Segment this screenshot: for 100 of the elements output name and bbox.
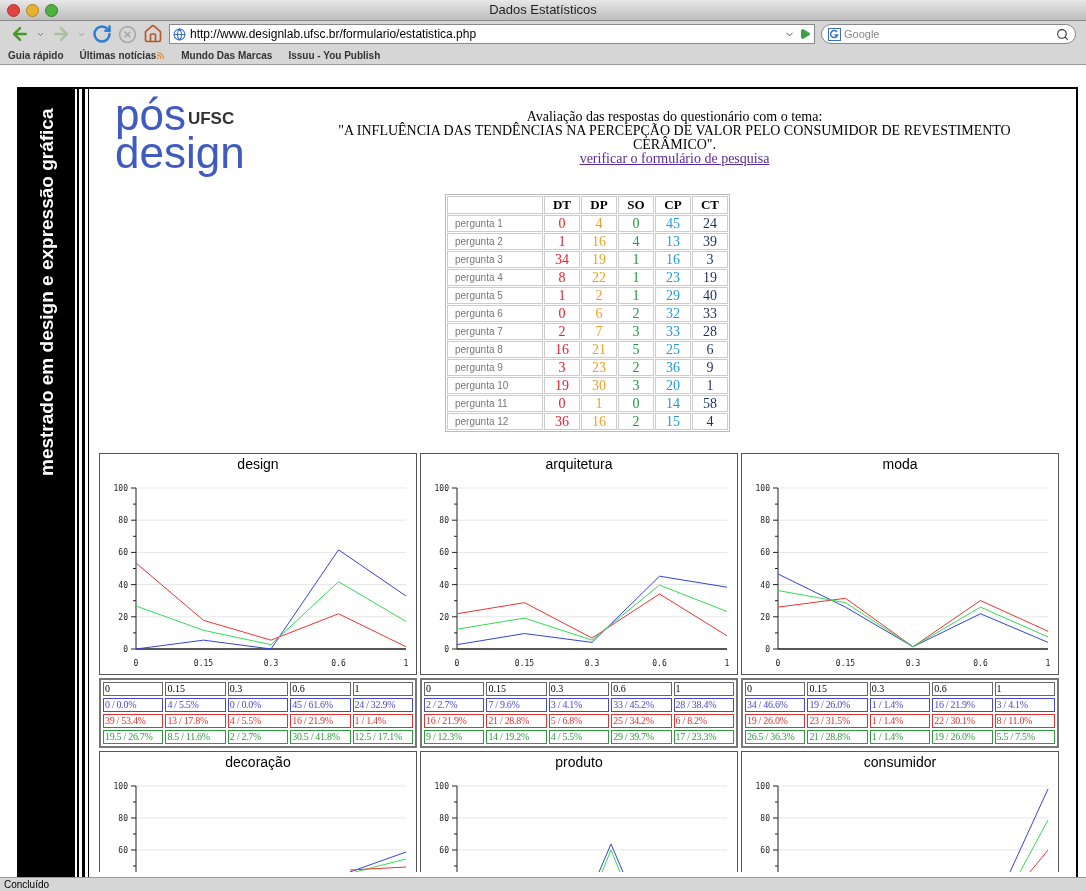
axis-tick-label: 0.3 <box>584 659 600 668</box>
chart-title: decoração <box>224 753 292 772</box>
axis-tick-label: 0 <box>765 645 770 654</box>
axis-tick-label: 40 <box>118 580 128 590</box>
axis-tick-label: 0.6 <box>331 659 346 668</box>
table-cell: 39 / 53.4% <box>103 714 164 728</box>
table-cell: 3 <box>544 359 580 376</box>
table-cell: 25 / 34.2% <box>611 714 672 728</box>
table-cell: 2 <box>618 305 654 322</box>
table-cell: 32 <box>655 305 691 322</box>
table-cell: 1 / 1.4% <box>869 698 931 712</box>
window-title: Dados Estatísticos <box>488 1 598 20</box>
table-cell: 16 <box>655 251 691 268</box>
row-label: pergunta 1 <box>447 215 543 232</box>
table-cell: 58 <box>692 395 728 412</box>
line-chart-drawing <box>349 851 407 872</box>
table-cell: 28 <box>692 323 728 340</box>
axis-tick-label: 60 <box>118 548 128 558</box>
go-button[interactable] <box>799 28 811 40</box>
minimize-button[interactable] <box>26 3 39 17</box>
table-cell: 19 <box>692 269 728 286</box>
column-header: SO <box>618 196 654 214</box>
bookmark-link[interactable]: Issuu - You Publish <box>288 48 381 63</box>
table-cell: 34 <box>544 251 580 268</box>
column-header: DT <box>544 196 580 214</box>
table-cell: 2 <box>544 323 580 340</box>
axis-tick-label: 0.3 <box>905 659 921 668</box>
table-cell: 1 <box>618 287 654 304</box>
table-cell: 0 <box>544 305 580 322</box>
table-cell: 0 <box>544 395 580 412</box>
table-cell: 28 / 38.4% <box>673 698 734 712</box>
table-cell: 0.3 <box>869 682 931 696</box>
table-cell: 5 <box>618 341 654 358</box>
axis-tick-label: 0.15 <box>193 659 214 668</box>
axis-tick-label: 1 <box>724 659 730 668</box>
table-cell: 1 / 1.4% <box>869 714 931 728</box>
table-cell: 0 / 0.0% <box>103 698 164 712</box>
table-cell: 1 <box>544 233 580 250</box>
table-cell: 7 / 9.6% <box>486 698 547 712</box>
home-button[interactable] <box>143 24 163 44</box>
table-cell: 33 / 45.2% <box>611 698 672 712</box>
search-engine-icon[interactable] <box>828 27 841 41</box>
row-label: pergunta 4 <box>447 269 543 286</box>
axis-tick-label: 0 <box>444 645 449 654</box>
table-cell: 0 / 0.0% <box>227 698 289 712</box>
table-cell: 4 / 5.5% <box>548 730 610 744</box>
axis-tick-label: 100 <box>755 484 770 493</box>
row-label: pergunta 12 <box>447 413 543 430</box>
survey-link[interactable]: verificar o formulário de pesquisa <box>579 152 770 166</box>
table-cell: 1 <box>994 682 1055 696</box>
chart-title: consumidor <box>862 753 938 772</box>
bookmark-link[interactable]: Guia rápido <box>8 48 64 63</box>
table-cell: 23 <box>655 269 691 286</box>
back-button[interactable] <box>10 24 30 44</box>
axis-tick-label: 40 <box>760 580 770 590</box>
sidebar-text: mestrado em design e expressão gráfica <box>34 109 58 479</box>
table-cell: 25 <box>655 341 691 358</box>
axis-tick-label: 100 <box>434 484 449 493</box>
table-cell: 36 <box>655 359 691 376</box>
table-cell: 2 / 2.7% <box>424 698 485 712</box>
close-button[interactable] <box>7 3 20 17</box>
zoom-button[interactable] <box>45 3 58 17</box>
address-field[interactable]: http://www.designlab.ufsc.br/formulario/estatistica.php <box>169 24 815 44</box>
search-field[interactable]: Google <box>821 24 1076 44</box>
table-cell: 21 / 28.8% <box>486 714 547 728</box>
table-cell: 6 <box>692 341 728 358</box>
search-input[interactable]: Google <box>844 25 1053 43</box>
table-cell: 17 / 23.3% <box>673 730 734 744</box>
table-cell: 24 / 32.9% <box>352 698 413 712</box>
axis-tick-label: 100 <box>434 782 449 791</box>
table-cell: 19.5 / 26.7% <box>103 730 164 744</box>
reload-button[interactable] <box>92 24 112 44</box>
table-cell: 45 / 61.6% <box>290 698 351 712</box>
table-cell: 0.15 <box>807 682 868 696</box>
table-cell: 5.5 / 7.5% <box>994 730 1055 744</box>
bookmark-link[interactable]: Mundo Das Marcas <box>181 48 273 63</box>
axis-tick-label: 1 <box>403 659 409 668</box>
table-cell: 16 <box>544 341 580 358</box>
search-icon[interactable] <box>1056 27 1069 41</box>
row-label: pergunta 11 <box>447 395 543 412</box>
axis-tick-label: 0 <box>123 645 128 654</box>
axis-tick-label: 0.6 <box>973 659 988 668</box>
table-cell: 16 / 21.9% <box>290 714 351 728</box>
axis-tick-label: 80 <box>760 516 770 526</box>
table-cell: 24 <box>692 215 728 232</box>
table-cell: 0.6 <box>932 682 993 696</box>
table-cell: 0.3 <box>548 682 610 696</box>
table-cell: 12.5 / 17.1% <box>352 730 413 744</box>
table-cell: 3 <box>692 251 728 268</box>
stop-button[interactable] <box>118 24 137 44</box>
axis-tick-label: 20 <box>118 612 128 622</box>
table-cell: 20 <box>655 377 691 394</box>
table-cell: 16 <box>581 233 617 250</box>
table-cell: 45 <box>655 215 691 232</box>
table-cell: 6 <box>581 305 617 322</box>
table-cell: 19 / 26.0% <box>932 730 993 744</box>
axis-tick-label: 80 <box>118 516 128 526</box>
table-cell: 1 <box>581 395 617 412</box>
axis-tick-label: 80 <box>760 814 770 823</box>
bookmark-link[interactable]: Últimas notícias <box>79 48 166 63</box>
